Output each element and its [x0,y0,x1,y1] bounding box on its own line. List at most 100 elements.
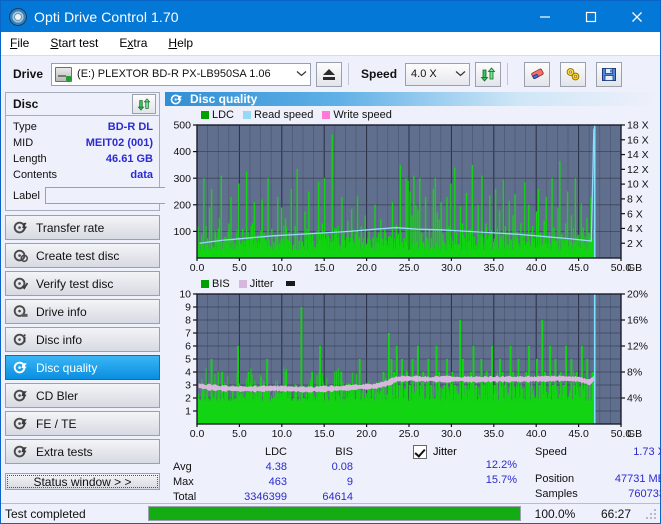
stats-ldc-value: 463 [268,475,287,488]
menu-file[interactable]: FFileile [10,36,29,50]
menu-extra[interactable]: Extra [119,36,147,50]
tools-button[interactable] [560,61,587,87]
stats-row-label: Total [173,490,197,503]
toolbar-separator-2 [507,63,509,85]
drive-label: Drive [13,67,44,81]
svg-text:GB: GB [627,262,642,274]
legend-swatch [201,279,209,288]
jitter-column: Jitter 12.2% 15.7% [405,444,535,508]
status-window-button[interactable]: Status window > > [5,473,160,490]
sidebar-item-disc-quality[interactable]: Disc quality [5,355,160,380]
jitter-avg-value: 12.2% [485,459,517,471]
svg-text:25.0: 25.0 [399,262,420,274]
drive-info-icon [13,305,28,317]
erase-button[interactable] [524,61,551,87]
svg-text:6: 6 [185,341,191,353]
sidebar-item-label: Disc info [36,332,83,347]
svg-text:8%: 8% [627,367,642,379]
stats-col-ldc: LDC [264,445,287,458]
refresh-drive-button[interactable] [475,61,502,87]
sidebar-item-transfer-rate[interactable]: Transfer rate [5,215,160,240]
svg-text:1: 1 [185,406,191,418]
svg-text:2 X: 2 X [627,238,643,250]
stats-row-label: Max [173,475,194,488]
svg-text:18 X: 18 X [627,121,649,132]
svg-text:12%: 12% [627,341,648,353]
stats-bis-value: 64614 [322,490,353,503]
svg-text:5.0: 5.0 [232,428,247,440]
jitter-header: Jitter [405,444,535,459]
sidebar-item-disc-info[interactable]: Disc info [5,327,160,352]
menu-bar: FFileile Start test Extra Help [1,32,660,55]
maximize-button[interactable] [568,1,614,32]
disc-row-contents-key: Contents [13,169,58,181]
menu-help[interactable]: Help [168,36,193,50]
svg-text:20.0: 20.0 [356,262,377,274]
svg-text:45.0: 45.0 [568,428,589,440]
sidebar-item-label: Transfer rate [36,220,105,235]
svg-text:100: 100 [173,226,191,238]
chevron-down-icon [292,69,310,79]
sidebar-item-label: CD Bler [36,388,79,403]
chevron-down-icon [451,69,469,79]
eject-button[interactable] [316,61,343,87]
jitter-checkbox[interactable] [413,444,427,459]
svg-text:15.0: 15.0 [314,428,335,440]
legend-swatch [243,110,252,119]
drive-icon [55,66,73,82]
legend-write-speed: Write speed [322,109,392,121]
jitter-label: Jitter [433,445,457,458]
disc-refresh-button[interactable] [132,94,156,114]
legend-label: Write speed [333,108,392,121]
svg-text:40.0: 40.0 [526,262,547,274]
disc-row-length: Length 46.61 GB [13,151,153,167]
jitter-total-value [405,489,535,504]
speed-select[interactable]: 4.0 X [405,62,471,86]
stats-row-avg: Avg 4.38 0.08 [165,459,405,474]
disc-row-mid-key: MID [13,137,34,149]
eraser-icon [530,68,544,79]
legend-label: Read speed [254,108,314,121]
speed-select-value: 4.0 X [411,68,437,80]
sidebar-item-extra-tests[interactable]: Extra tests [5,439,160,464]
svg-text:8 X: 8 X [627,193,643,205]
eject-icon [323,68,336,80]
stats-ldc-value: 3346399 [244,490,287,503]
sidebar-item-fe-te[interactable]: FE / TE [5,411,160,436]
speed-label: Speed [361,67,398,81]
drive-select[interactable]: (E:) PLEXTOR BD-R PX-LB950SA 1.06 [51,62,312,86]
svg-text:0.0: 0.0 [190,428,205,440]
sidebar-item-cd-bler[interactable]: CD Bler [5,383,160,408]
resize-grip-icon[interactable] [644,507,658,521]
sidebar-item-drive-info[interactable]: Drive info [5,299,160,324]
minimize-button[interactable] [522,1,568,32]
summary-speed-label: Speed [535,445,567,458]
extra-tests-icon [13,445,27,458]
svg-text:35.0: 35.0 [484,428,505,440]
svg-text:8: 8 [185,315,191,327]
content-panel: Disc quality LDC Read speed Write speed … [165,92,661,503]
progress-fill [149,507,520,520]
summary-labels: Speed Position Samples [535,444,599,508]
status-window-label: Status window > > [33,474,132,489]
disc-info-rows: Type BD-R DL MID MEIT02 (001) Length 46.… [6,116,247,210]
disc-row-mid-value: MEIT02 (001) [85,137,153,149]
sidebar-item-label: Verify test disc [36,276,114,291]
svg-text:35.0: 35.0 [484,262,505,274]
disc-panel-title: Disc [13,97,39,111]
summary-samples-value: 760733 [628,487,661,500]
svg-text:4: 4 [185,367,191,379]
sidebar-item-label: Drive info [36,304,87,319]
chart1-plot: 100 200 300 400 500 2 X 4 X 6 X 8 X 10 X 12 X 14 X 1… [165,121,656,276]
save-button[interactable] [596,61,623,87]
disc-label-row: Label [13,185,247,206]
sidebar-item-verify-test-disc[interactable]: Verify test disc [5,271,160,296]
svg-text:200: 200 [173,199,191,211]
close-button[interactable] [614,1,660,32]
summary-position-value: 47731 MB [614,472,661,485]
sidebar-item-create-test-disc[interactable]: Create test disc [5,243,160,268]
menu-start-test[interactable]: Start test [50,36,98,50]
svg-text:16 X: 16 X [627,134,649,146]
svg-text:400: 400 [173,146,191,158]
disc-row-type-key: Type [13,121,37,133]
